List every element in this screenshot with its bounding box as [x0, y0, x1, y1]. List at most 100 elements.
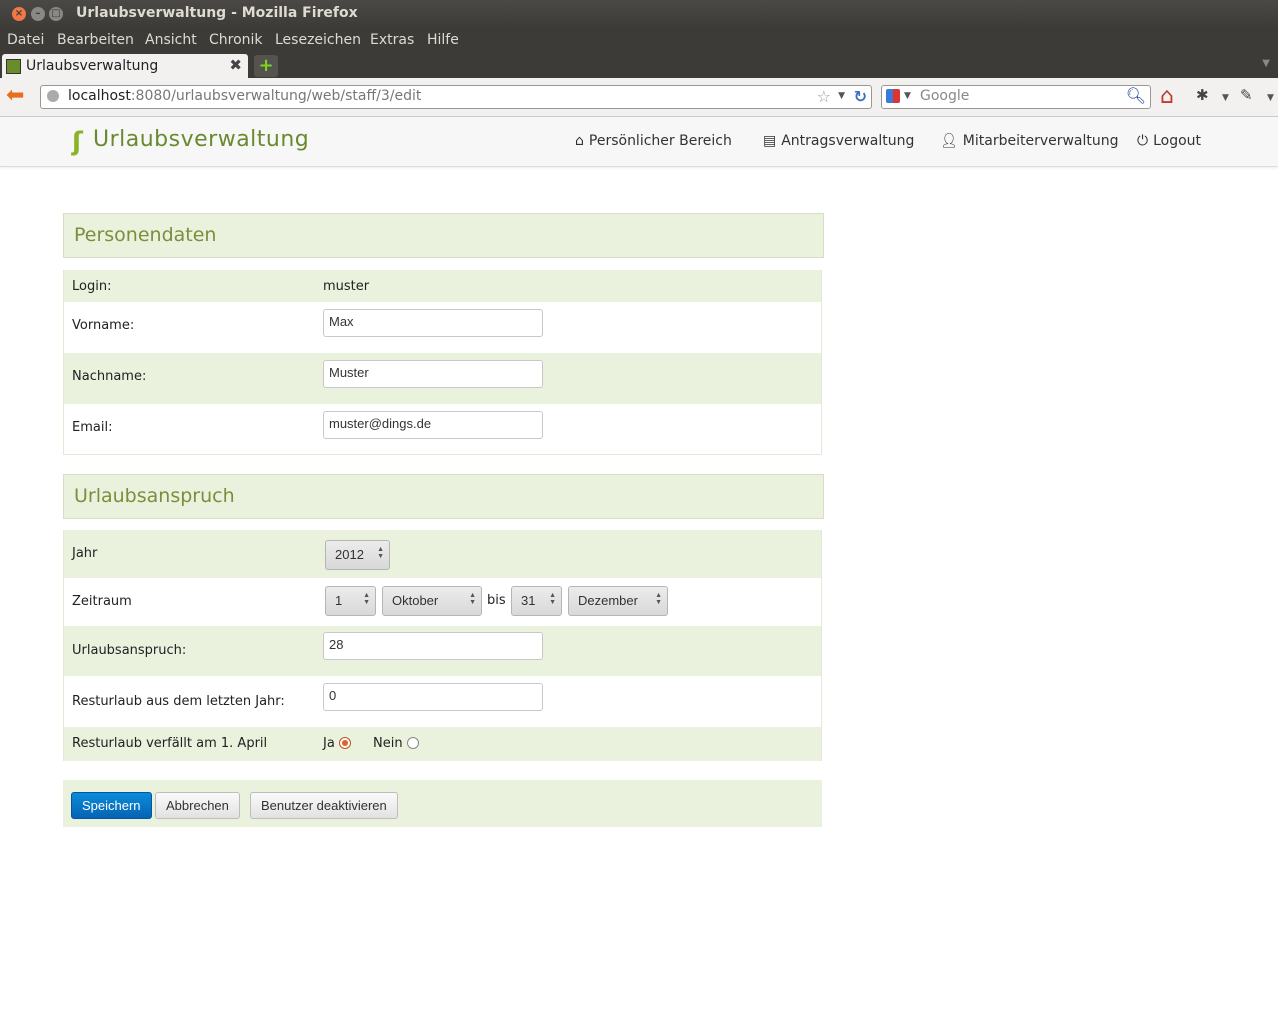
tab-close-icon[interactable]: ✖ [229, 56, 242, 74]
from-day-value: 1 [335, 593, 343, 608]
entitlement-input[interactable]: 28 [323, 632, 543, 660]
from-month-select[interactable]: Oktober ▲ ▼ [382, 586, 482, 616]
from-day-select[interactable]: 1 ▲ ▼ [325, 586, 376, 616]
nav-requests[interactable]: ▤ Antragsverwaltung [763, 133, 914, 149]
select-arrows-icon: ▲ ▼ [549, 592, 556, 606]
deactivate-user-button[interactable]: Benutzer deaktivieren [250, 792, 398, 819]
tab-list-icon[interactable]: ▼ [1262, 58, 1270, 69]
url-dropdown-icon[interactable]: ▼ [838, 91, 845, 101]
vacation-section-header: Urlaubsanspruch [63, 474, 824, 519]
menu-bar: Datei Bearbeiten Ansicht Chronik Lesezei… [0, 28, 1278, 52]
search-bar[interactable]: ▼ Google 🔍︎ [881, 85, 1151, 109]
to-month-value: Dezember [578, 593, 638, 608]
addon-bug-icon[interactable]: ✱ [1196, 86, 1209, 104]
login-value: muster [323, 279, 370, 294]
no-radio[interactable] [406, 737, 419, 749]
period-row: Zeitraum 1 ▲ ▼ Oktober ▲ ▼ bis 31 ▲ ▼ Dezem… [63, 578, 822, 626]
year-row: Jahr 2012 ▲ ▼ [63, 530, 822, 578]
firstname-label: Vorname: [72, 318, 135, 333]
window-maximize-icon[interactable]: □ [49, 7, 63, 21]
entitlement-row: Urlaubsanspruch: 28 [63, 626, 822, 676]
url-host: localhost [68, 88, 131, 104]
email-input[interactable]: muster@dings.de [323, 411, 543, 439]
brand-title[interactable]: Urlaubsverwaltung [93, 127, 309, 152]
favicon-icon [6, 59, 21, 74]
select-arrows-icon: ▲ ▼ [469, 592, 476, 606]
expires-label: Resturlaub verfällt am 1. April [72, 736, 268, 751]
personal-section-header: Personendaten [63, 213, 824, 258]
nav-label: Mitarbeiterverwaltung [962, 133, 1119, 149]
no-option[interactable]: Nein [373, 735, 419, 751]
page-header: ʃ Urlaubsverwaltung ⌂ Persönlicher Bereic… [0, 117, 1278, 167]
addon2-dropdown-icon[interactable]: ▼ [1267, 93, 1274, 103]
year-value: 2012 [335, 547, 364, 562]
select-arrows-icon: ▲ ▼ [377, 546, 384, 560]
nav-label: Antragsverwaltung [781, 133, 915, 149]
form-actions: Speichern Abbrechen Benutzer deaktiviere… [63, 780, 822, 827]
menu-lesezeichen[interactable]: Lesezeichen [275, 32, 361, 48]
to-day-select[interactable]: 31 ▲ ▼ [511, 586, 562, 616]
no-label: Nein [373, 736, 403, 751]
to-day-value: 31 [521, 593, 536, 608]
entitlement-label: Urlaubsanspruch: [72, 643, 187, 658]
save-button[interactable]: Speichern [71, 792, 152, 819]
browser-tab[interactable]: Urlaubsverwaltung ✖ [2, 54, 248, 78]
site-identity-icon[interactable] [47, 90, 59, 102]
bookmark-star-icon[interactable]: ☆ [817, 87, 831, 106]
new-tab-icon[interactable]: + [254, 55, 278, 77]
year-label: Jahr [72, 546, 98, 561]
window-minimize-icon[interactable]: – [31, 7, 45, 21]
back-arrow-icon[interactable]: ⬅ [6, 85, 24, 107]
addon-dropdown-icon[interactable]: ▼ [1222, 93, 1229, 103]
remaining-input[interactable]: 0 [323, 683, 543, 711]
lastname-input[interactable]: Muster [323, 360, 543, 388]
list-icon: ▤ [763, 133, 777, 149]
url-text[interactable]: localhost:8080/urlaubsverwaltung/web/sta… [68, 88, 421, 104]
from-month-value: Oktober [392, 593, 439, 608]
home-icon[interactable]: ⌂ [1160, 84, 1174, 109]
to-month-select[interactable]: Dezember ▲ ▼ [568, 586, 668, 616]
url-path: :8080/urlaubsverwaltung/web/staff/3/edit [130, 88, 422, 104]
yes-option[interactable]: Ja [323, 735, 351, 751]
window-close-icon[interactable]: × [12, 7, 26, 21]
remaining-row: Resturlaub aus dem letzten Jahr: 0 [63, 676, 822, 727]
select-arrows-icon: ▲ ▼ [363, 592, 370, 606]
menu-bearbeiten[interactable]: Bearbeiten [57, 32, 134, 48]
menu-ansicht[interactable]: Ansicht [145, 32, 197, 48]
logo-icon: ʃ [72, 127, 83, 157]
lastname-label: Nachname: [72, 369, 147, 384]
nav-logout[interactable]: ⏻ Logout [1137, 133, 1201, 149]
menu-hilfe[interactable]: Hilfe [427, 32, 459, 48]
firstname-input[interactable]: Max [323, 309, 543, 337]
user-icon: 👤︎ [940, 133, 958, 149]
url-bar[interactable]: localhost:8080/urlaubsverwaltung/web/sta… [40, 85, 872, 109]
menu-chronik[interactable]: Chronik [209, 32, 263, 48]
window-titlebar: × – □ Urlaubsverwaltung - Mozilla Firefo… [0, 0, 1278, 28]
login-row: Login: muster [63, 270, 822, 302]
email-row: Email: muster@dings.de [63, 404, 822, 455]
nav-staff[interactable]: 👤︎ Mitarbeiterverwaltung [940, 133, 1119, 149]
year-select[interactable]: 2012 ▲ ▼ [325, 540, 390, 570]
menu-extras[interactable]: Extras [370, 32, 414, 48]
engine-dropdown-icon[interactable]: ▼ [904, 91, 911, 101]
bis-label: bis [487, 593, 506, 608]
cancel-button[interactable]: Abbrechen [155, 792, 240, 819]
search-placeholder: Google [920, 88, 970, 104]
google-engine-icon[interactable] [886, 89, 900, 103]
window-title: Urlaubsverwaltung - Mozilla Firefox [76, 5, 358, 21]
period-label: Zeitraum [72, 594, 132, 609]
addon-tool-icon[interactable]: ✎ [1240, 86, 1253, 104]
nav-label: Logout [1153, 133, 1202, 149]
firstname-row: Vorname: Max [63, 302, 822, 353]
nav-personal-area[interactable]: ⌂ Persönlicher Bereich [575, 133, 732, 149]
navigation-toolbar: ⬅ localhost:8080/urlaubsverwaltung/web/s… [0, 78, 1278, 117]
tab-bar: Urlaubsverwaltung ✖ + ▼ [0, 52, 1278, 78]
yes-radio[interactable] [338, 737, 351, 749]
section-title: Personendaten [74, 224, 217, 246]
menu-datei[interactable]: Datei [7, 32, 44, 48]
reload-icon[interactable]: ↻ [854, 87, 867, 106]
expires-row: Resturlaub verfällt am 1. April Ja Nein [63, 727, 822, 761]
home-nav-icon: ⌂ [575, 133, 584, 149]
login-label: Login: [72, 279, 112, 294]
search-icon[interactable]: 🔍︎ [1126, 86, 1146, 105]
